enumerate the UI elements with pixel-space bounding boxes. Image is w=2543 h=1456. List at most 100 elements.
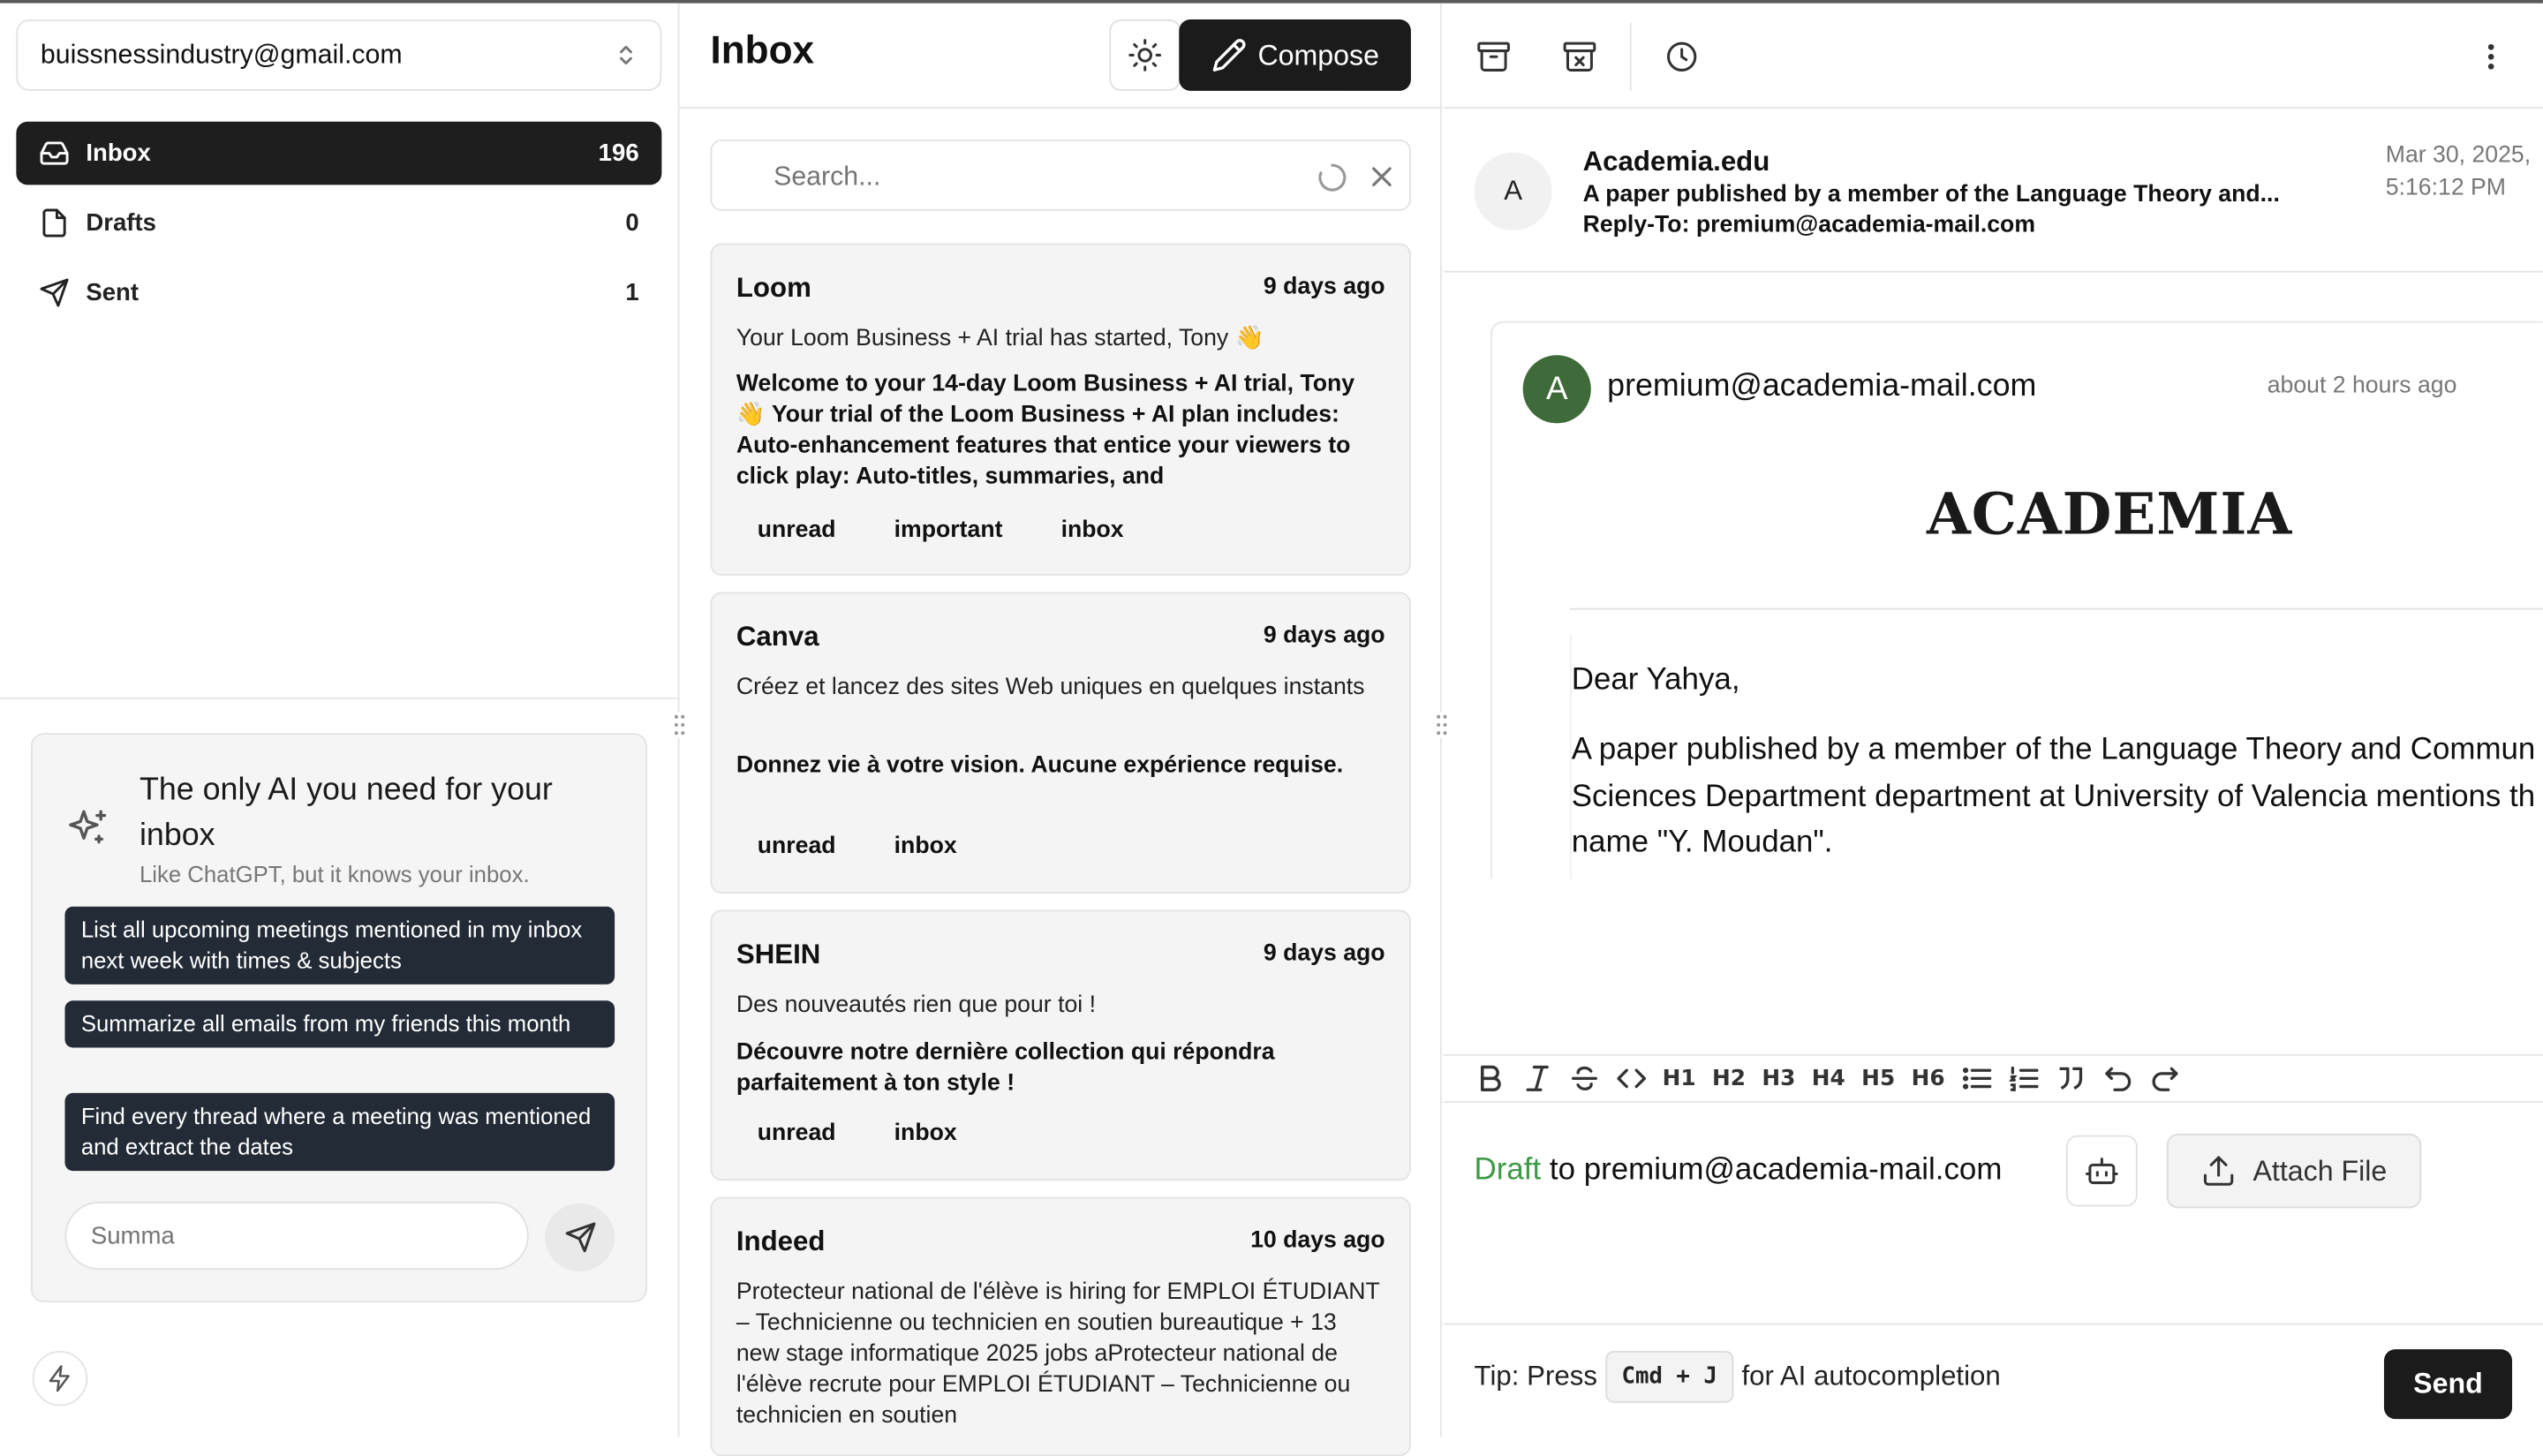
archive-icon[interactable] (1475, 39, 1511, 74)
heading-6-button[interactable]: H6 (1912, 1066, 1945, 1091)
mail-time: 10 days ago (1250, 1227, 1385, 1254)
heading-1-button[interactable]: H1 (1663, 1066, 1696, 1091)
theme-toggle-button[interactable] (1109, 19, 1181, 91)
heading-3-button[interactable]: H3 (1762, 1066, 1795, 1091)
draft-label: Draft (1474, 1152, 1542, 1188)
tag-label[interactable]: unread (736, 1120, 857, 1146)
mail-subject: Des nouveautés rien que pour toi ! (736, 992, 1097, 1019)
nav-count-sent: 1 (625, 278, 639, 307)
loading-spinner-icon (1317, 162, 1347, 193)
tag-label[interactable]: unread (736, 834, 857, 859)
ai-prompt-input[interactable] (64, 1201, 529, 1271)
tag-label[interactable]: important (873, 517, 1024, 543)
email-paragraph: A paper published by a member of the Lan… (1572, 728, 2543, 867)
mail-time: 9 days ago (1263, 274, 1385, 300)
clock-icon[interactable] (1664, 39, 1699, 74)
bullet-list-icon[interactable] (1961, 1062, 1994, 1095)
chevron-up-down-icon (615, 41, 638, 70)
draft-recipient: Draft to premium@academia-mail.com (1475, 1153, 2003, 1188)
compose-label: Compose (1257, 38, 1380, 71)
bot-icon (2084, 1153, 2119, 1188)
account-switcher[interactable]: buissnessindustry@gmail.com (16, 19, 662, 91)
formatting-toolbar: H1 H2 H3 H4 H5 H6 (1443, 1053, 2543, 1103)
email-divider (1569, 607, 2543, 610)
nav-label-drafts: Drafts (86, 208, 156, 238)
email-line: name "Y. Moudan". (1571, 825, 1833, 860)
mail-tags: unread important inbox (736, 517, 1161, 543)
nav-count-drafts: 0 (625, 208, 639, 238)
ai-panel-title: The only AI you need for your inbox (139, 772, 553, 854)
strikethrough-icon[interactable] (1568, 1062, 1601, 1095)
ai-send-button[interactable] (545, 1203, 615, 1271)
sun-icon (1128, 37, 1163, 72)
ai-suggestion-chip[interactable]: Summarize all emails from my friends thi… (64, 1000, 615, 1048)
ordered-list-icon[interactable] (2008, 1062, 2041, 1095)
thread-sender: premium@academia-mail.com (1607, 367, 2037, 404)
more-vertical-icon[interactable] (2475, 39, 2508, 74)
attach-label: Attach File (2252, 1153, 2388, 1187)
mail-preview: Découvre notre dernière collection qui r… (736, 1039, 1275, 1097)
inbox-icon (39, 138, 70, 169)
attach-file-button[interactable]: Attach File (2166, 1133, 2422, 1209)
quote-icon[interactable] (2056, 1062, 2088, 1095)
account-email: buissnessindustry@gmail.com (40, 39, 403, 70)
nav-label-sent: Sent (86, 278, 140, 307)
nav-item-sent[interactable]: Sent 1 (16, 261, 661, 325)
email-greeting: Dear Yahya, (1571, 663, 1740, 698)
mail-preview: Welcome to your 14-day Loom Business + A… (736, 371, 1355, 490)
heading-2-button[interactable]: H2 (1712, 1066, 1746, 1091)
close-icon[interactable] (1367, 162, 1396, 192)
message-date: Mar 30, 2025, 5:16:12 PM (2385, 142, 2532, 200)
send-icon (563, 1221, 596, 1254)
message-reply-to: Reply-To: premium@academia-mail.com (1582, 212, 2036, 238)
nav-item-drafts[interactable]: Drafts 0 (16, 192, 661, 255)
tip-suffix: for AI autocompletion (1741, 1360, 2001, 1392)
tag-label[interactable]: inbox (1040, 517, 1145, 543)
heading-4-button[interactable]: H4 (1812, 1066, 1845, 1091)
thread-message: A premium@academia-mail.com about 2 hour… (1490, 321, 2543, 879)
send-button[interactable]: Send (2383, 1349, 2513, 1420)
search-input[interactable] (773, 157, 1293, 197)
message-toolbar (1443, 4, 2543, 109)
undo-icon[interactable] (2102, 1062, 2135, 1095)
mail-item[interactable]: SHEIN 9 days ago Des nouveautés rien que… (710, 909, 1411, 1181)
ai-suggestion-chip[interactable]: Find every thread where a meeting was me… (64, 1092, 615, 1172)
mail-sender: Canva (736, 621, 819, 653)
tag-label[interactable]: unread (736, 517, 857, 543)
ai-assist-button[interactable] (2065, 1135, 2138, 1207)
mail-subject: Your Loom Business + AI trial has starte… (736, 326, 1264, 352)
tag-label[interactable]: inbox (873, 834, 978, 859)
nav-label-inbox: Inbox (86, 139, 151, 168)
sidebar: buissnessindustry@gmail.com Inbox 196 Dr… (0, 3, 680, 1437)
thread-time: about 2 hours ago (2267, 373, 2457, 399)
bold-icon[interactable] (1475, 1062, 1507, 1095)
message-subject: A paper published by a member of the Lan… (1582, 181, 2280, 208)
quick-action-button[interactable] (32, 1350, 88, 1407)
upload-icon (2201, 1153, 2237, 1188)
redo-icon[interactable] (2149, 1062, 2182, 1095)
code-icon[interactable] (1615, 1062, 1648, 1095)
mail-item[interactable]: Indeed 10 days ago Protecteur national d… (710, 1196, 1411, 1456)
email-line: Sciences Department department at Univer… (1571, 779, 2536, 814)
archive-x-icon[interactable] (1562, 39, 1597, 74)
tip-prefix: Tip: Press (1474, 1360, 1597, 1392)
toolbar-divider (1629, 22, 1632, 91)
draft-to: to premium@academia-mail.com (1541, 1152, 2003, 1188)
mail-list-header: Inbox Compose (679, 4, 1442, 109)
ai-suggestion-chip[interactable]: List all upcoming meetings mentioned in … (64, 906, 615, 984)
sparkles-icon (64, 806, 109, 851)
search-box (710, 139, 1411, 211)
heading-5-button[interactable]: H5 (1861, 1066, 1895, 1091)
mail-subject: Créez et lancez des sites Web uniques en… (736, 675, 1365, 701)
mail-item[interactable]: Loom 9 days ago Your Loom Business + AI … (710, 243, 1411, 577)
italic-icon[interactable] (1521, 1062, 1554, 1095)
message-header: A Academia.edu A paper published by a me… (1443, 110, 2543, 273)
tag-label[interactable]: inbox (873, 1120, 978, 1146)
message-sender: Academia.edu (1582, 146, 1770, 177)
mail-item[interactable]: Canva 9 days ago Créez et lancez des sit… (710, 592, 1411, 894)
pencil-icon (1211, 37, 1246, 72)
nav-item-inbox[interactable]: Inbox 196 (16, 121, 662, 185)
mail-tags: unread inbox (736, 1120, 994, 1146)
avatar: A (1522, 355, 1591, 424)
compose-button[interactable]: Compose (1179, 19, 1411, 91)
